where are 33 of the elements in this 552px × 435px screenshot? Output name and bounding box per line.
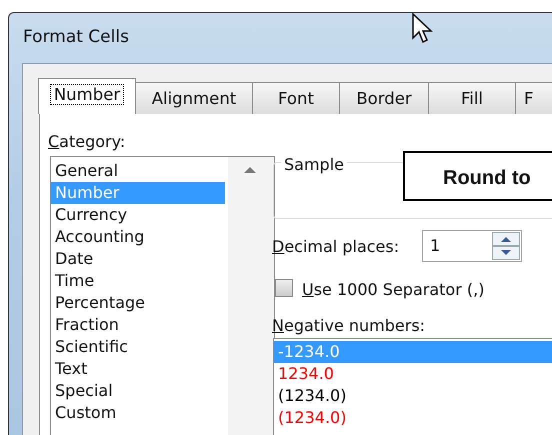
category-item[interactable]: General <box>51 160 225 182</box>
category-item[interactable]: Currency <box>51 204 225 226</box>
scroll-up-icon[interactable] <box>244 167 256 173</box>
callout-box: Round to <box>403 151 552 201</box>
category-item[interactable]: Accounting <box>51 226 225 248</box>
category-item[interactable]: Special <box>51 380 225 402</box>
category-item[interactable]: Date <box>51 248 225 270</box>
category-item[interactable]: Custom <box>51 402 225 424</box>
negative-number-option[interactable]: (1234.0) <box>274 407 552 429</box>
cursor-icon <box>412 13 434 45</box>
tab[interactable]: F <box>515 82 552 114</box>
negative-numbers-list[interactable]: -1234.0 1234.0 (1234.0) (1234.0) <box>273 338 552 435</box>
negative-number-option[interactable]: (1234.0) <box>274 385 552 407</box>
tab[interactable]: Font <box>252 82 340 114</box>
category-item[interactable]: Text <box>51 358 225 380</box>
category-label: Category: <box>48 131 126 153</box>
window-title: Format Cells <box>23 26 129 49</box>
separator-label: Use 1000 Separator (,) <box>302 279 484 301</box>
tab[interactable]: Fill <box>428 82 516 114</box>
spinner[interactable] <box>492 232 520 260</box>
category-item[interactable]: Percentage <box>51 292 225 314</box>
checkbox[interactable] <box>275 279 293 297</box>
tab[interactable]: Border <box>339 82 429 114</box>
negative-numbers-label: Negative numbers: <box>272 315 426 337</box>
scrollbar[interactable] <box>228 157 274 435</box>
tab[interactable]: Alignment <box>135 82 253 114</box>
category-item[interactable]: Fraction <box>51 314 225 336</box>
decimal-places-label: Decimal places: <box>272 236 400 258</box>
negative-number-option[interactable]: 1234.0 <box>274 363 552 385</box>
tab[interactable]: Number <box>38 78 136 114</box>
category-item[interactable]: Time <box>51 270 225 292</box>
category-list[interactable]: General Number Currency Accounting Date Time Percentage Fraction Scientific Text Special Custom <box>50 156 275 435</box>
category-item[interactable]: Scientific <box>51 336 225 358</box>
